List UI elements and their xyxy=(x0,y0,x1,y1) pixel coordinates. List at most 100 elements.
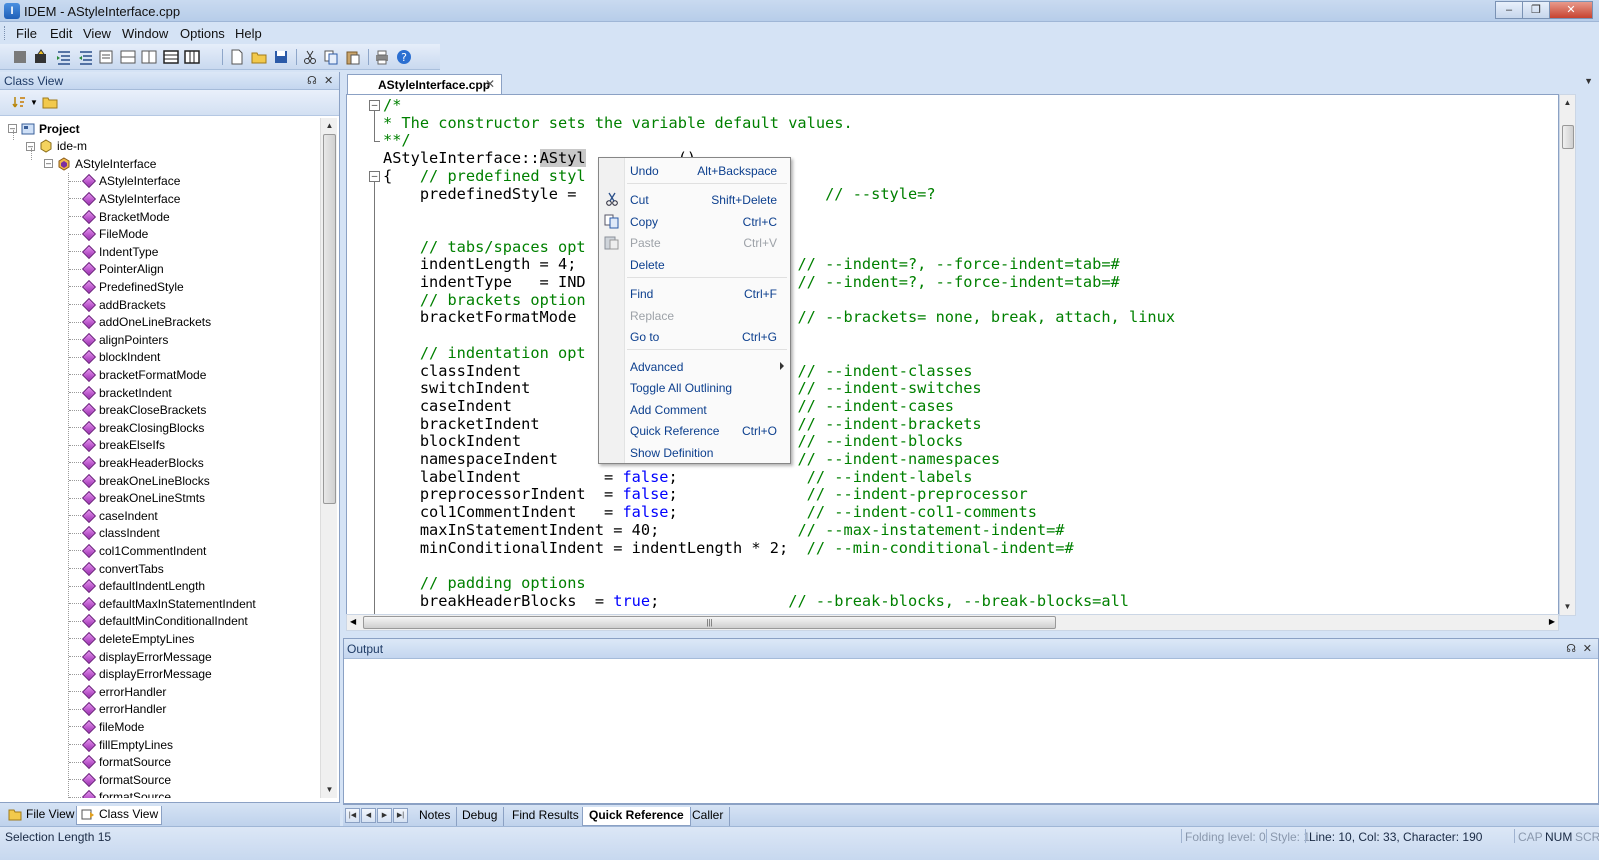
tree-node-project[interactable]: – Project xyxy=(8,120,80,137)
menu-item-undo[interactable]: Undo Alt+Backspace xyxy=(599,160,790,181)
tree-node-member[interactable]: defaultMaxInStatementIndent xyxy=(81,595,256,612)
menu-item-advanced[interactable]: Advanced xyxy=(599,356,790,377)
tree-node-member[interactable]: breakCloseBrackets xyxy=(81,402,206,419)
menu-item-cut[interactable]: Cut Shift+Delete xyxy=(599,189,790,210)
scroll-down-icon[interactable]: ▼ xyxy=(321,782,338,798)
scroll-thumb[interactable] xyxy=(323,134,336,504)
tree-node-member[interactable]: bracketIndent xyxy=(81,384,172,401)
tab-list-icon[interactable]: ▼ xyxy=(1584,76,1593,86)
editor-vertical-scrollbar[interactable]: ▲ ▼ xyxy=(1559,94,1576,616)
tree-node-member[interactable]: formatSource xyxy=(81,789,171,798)
tree-node-member[interactable]: BracketMode xyxy=(81,208,170,225)
close-button[interactable]: ✕ xyxy=(1549,1,1593,19)
build-icon[interactable] xyxy=(32,48,50,66)
menu-item-copy[interactable]: Copy Ctrl+C xyxy=(599,211,790,232)
help-icon[interactable]: ? xyxy=(395,48,413,66)
tree-node-member[interactable]: caseIndent xyxy=(81,507,158,524)
code-editor[interactable]: – – /* * The constructor sets the variab… xyxy=(346,94,1559,617)
menu-item-replace[interactable]: Replace xyxy=(599,305,790,326)
menu-window[interactable]: Window xyxy=(122,26,168,41)
tree-node-member[interactable]: alignPointers xyxy=(81,331,168,348)
fold-toggle-icon[interactable]: – xyxy=(369,171,380,182)
close-tab-icon[interactable]: ✕ xyxy=(485,77,495,91)
tree-node-member[interactable]: errorHandler xyxy=(81,683,166,700)
split-h-icon[interactable] xyxy=(119,48,137,66)
indent-icon[interactable] xyxy=(55,48,73,66)
tree-node-member[interactable]: formatSource xyxy=(81,771,171,788)
tree-node-member[interactable]: bracketFormatMode xyxy=(81,366,206,383)
scroll-right-icon[interactable]: ▶ xyxy=(1549,617,1555,626)
tree-node-member[interactable]: defaultIndentLength xyxy=(81,578,205,595)
sort-icon[interactable] xyxy=(12,95,26,109)
cut-icon[interactable] xyxy=(301,48,319,66)
tree-node-member[interactable]: convertTabs xyxy=(81,560,164,577)
tab-debug[interactable]: Debug xyxy=(456,807,505,826)
tree-node-member[interactable]: breakElseIfs xyxy=(81,437,165,454)
menu-item-paste[interactable]: Paste Ctrl+V xyxy=(599,232,790,253)
split-side-icon[interactable] xyxy=(183,48,201,66)
new-file-icon[interactable] xyxy=(228,48,246,66)
collapse-icon[interactable]: – xyxy=(44,159,53,169)
tree-node-member[interactable]: deleteEmptyLines xyxy=(81,630,194,647)
tree-node-member[interactable]: displayErrorMessage xyxy=(81,666,212,683)
tree-node-member[interactable]: displayErrorMessage xyxy=(81,648,212,665)
tree-node-member[interactable]: AStyleInterface xyxy=(81,173,180,190)
stop-icon[interactable] xyxy=(11,48,29,66)
pin-icon[interactable]: ☊ xyxy=(307,74,317,87)
scroll-down-icon[interactable]: ▼ xyxy=(1560,599,1575,615)
menu-item-quick-reference[interactable]: Quick Reference Ctrl+O xyxy=(599,420,790,441)
tree-node-member[interactable]: classIndent xyxy=(81,525,160,542)
menu-item-show-definition[interactable]: Show Definition xyxy=(599,442,790,463)
minimize-button[interactable]: – xyxy=(1495,1,1523,19)
print-icon[interactable] xyxy=(373,48,391,66)
tree-node-member[interactable]: PredefinedStyle xyxy=(81,278,184,295)
copy-icon[interactable] xyxy=(322,48,340,66)
scroll-up-icon[interactable]: ▲ xyxy=(321,118,338,134)
tree-node-member[interactable]: blockIndent xyxy=(81,349,160,366)
tab-astyleinterface-cpp[interactable]: AStyleInterface.cpp ✕ xyxy=(347,74,502,94)
tree-node-member[interactable]: addBrackets xyxy=(81,296,166,313)
tree-node-member[interactable]: breakHeaderBlocks xyxy=(81,454,204,471)
paste-icon[interactable] xyxy=(344,48,362,66)
comment-icon[interactable] xyxy=(97,48,115,66)
tab-quick-reference[interactable]: Quick Reference xyxy=(582,807,691,826)
scroll-left-icon[interactable]: ◀ xyxy=(350,617,356,626)
menu-edit[interactable]: Edit xyxy=(50,26,72,41)
tree-node-member[interactable]: fillEmptyLines xyxy=(81,736,173,753)
editor-horizontal-scrollbar[interactable]: ◀ ||| ▶ xyxy=(346,614,1559,631)
prev-tab-icon[interactable]: ◀ xyxy=(361,808,376,823)
menu-item-add-comment[interactable]: Add Comment xyxy=(599,399,790,420)
split-v-icon[interactable] xyxy=(140,48,158,66)
tree-node-member[interactable]: defaultMinConditionalIndent xyxy=(81,613,248,630)
menu-item-go-to[interactable]: Go to Ctrl+G xyxy=(599,326,790,347)
scroll-thumb[interactable]: ||| xyxy=(363,616,1056,629)
last-tab-icon[interactable]: ▶| xyxy=(393,808,408,823)
tree-node-member[interactable]: breakOneLineStmts xyxy=(81,490,205,507)
tree-node-module[interactable]: – ide-m xyxy=(26,138,87,155)
menu-view[interactable]: View xyxy=(83,26,111,41)
menu-grip[interactable] xyxy=(4,26,7,40)
tree-node-member[interactable]: fileMode xyxy=(81,718,144,735)
tab-notes[interactable]: Notes xyxy=(413,807,458,826)
open-folder-icon[interactable] xyxy=(250,48,268,66)
tree-node-member[interactable]: AStyleInterface xyxy=(81,190,180,207)
close-panel-icon[interactable]: ✕ xyxy=(324,74,333,87)
split-top-icon[interactable] xyxy=(162,48,180,66)
next-tab-icon[interactable]: ▶ xyxy=(377,808,392,823)
close-panel-icon[interactable]: ✕ xyxy=(1583,642,1592,655)
tab-find-results[interactable]: Find Results xyxy=(506,807,586,826)
tree-node-member[interactable]: col1CommentIndent xyxy=(81,542,206,559)
pin-icon[interactable]: ☊ xyxy=(1566,642,1576,655)
fold-toggle-icon[interactable]: – xyxy=(369,100,380,111)
save-icon[interactable] xyxy=(272,48,290,66)
tab-caller[interactable]: Caller xyxy=(686,807,731,826)
tab-file-view[interactable]: File View xyxy=(4,806,77,825)
menu-options[interactable]: Options xyxy=(180,26,225,41)
scroll-up-icon[interactable]: ▲ xyxy=(1560,95,1575,111)
tree-node-member[interactable]: PointerAlign xyxy=(81,261,164,278)
outdent-icon[interactable] xyxy=(77,48,95,66)
tree-node-class[interactable]: – AStyleInterface xyxy=(44,155,156,172)
menu-item-find[interactable]: Find Ctrl+F xyxy=(599,283,790,304)
tree-node-member[interactable]: IndentType xyxy=(81,243,158,260)
tab-class-view[interactable]: Class View xyxy=(76,806,163,825)
